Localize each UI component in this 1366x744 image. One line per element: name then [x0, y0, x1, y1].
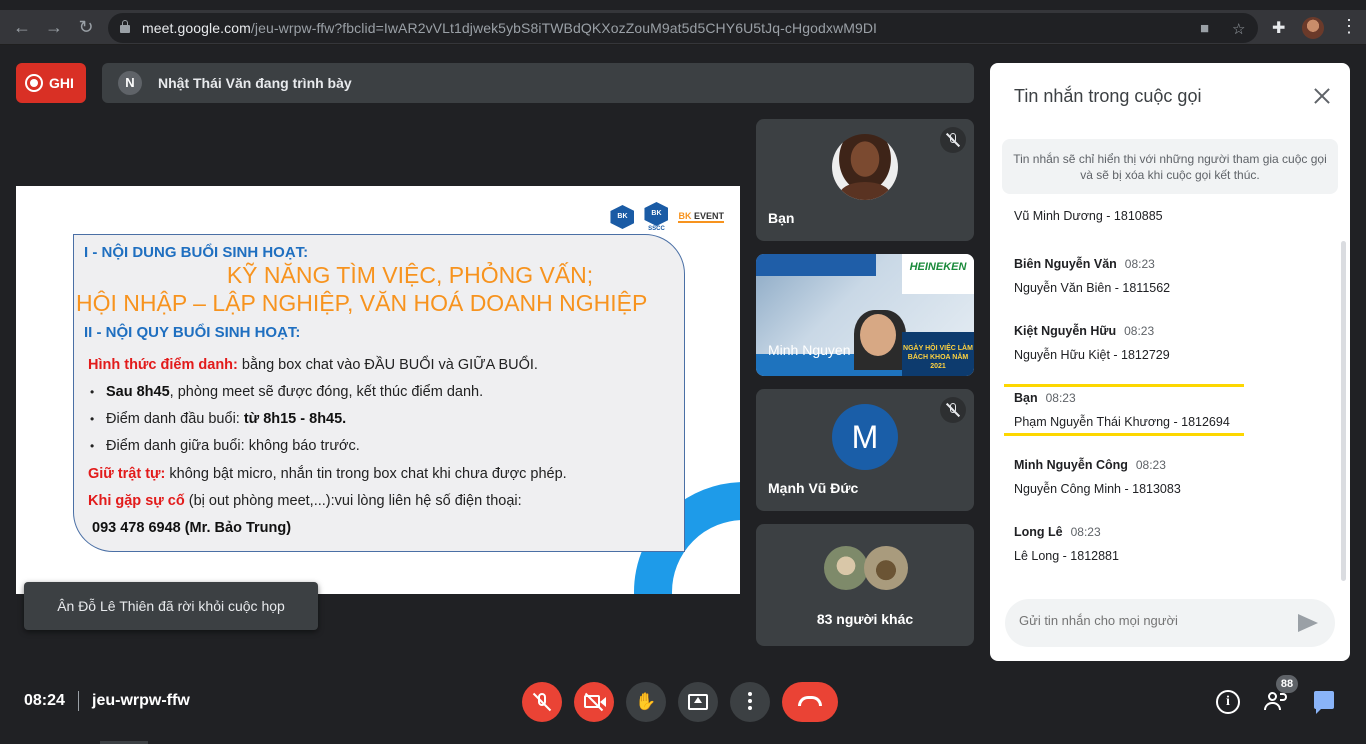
chat-scrollbar[interactable]	[1341, 241, 1346, 581]
muted-mic-icon	[940, 127, 966, 153]
chat-message: Kiệt Nguyễn Hữu 08:23 Nguyễn Hữu Kiệt - 1…	[1014, 324, 1170, 362]
chat-input-container[interactable]	[1005, 599, 1335, 647]
chat-message: Biên Nguyễn Văn 08:23 Nguyễn Văn Biên - 1…	[1014, 257, 1171, 295]
chat-notice: Tin nhắn sẽ chỉ hiển thị với những người…	[1002, 139, 1338, 194]
video-sponsor-logo: HEINEKEN	[902, 254, 974, 294]
present-icon	[688, 694, 708, 710]
presenter-status: Nhật Thái Văn đang trình bày	[158, 75, 352, 91]
slide-heading-2: II - NỘI QUY BUỔI SINH HOẠT:	[84, 324, 301, 341]
video-banner	[756, 254, 876, 276]
chat-message-input[interactable]	[1019, 613, 1289, 628]
self-message-highlight-top	[1004, 384, 1244, 387]
recording-button[interactable]: GHI	[16, 63, 86, 103]
slide-logos: BK BK SSCC BK EVENT	[610, 202, 724, 232]
hand-icon: ✋	[635, 692, 657, 711]
participant-name: Mạnh Vũ Đức	[768, 480, 859, 496]
slide-bullet-1: Sau 8h45, phòng meet sẽ được đóng, kết t…	[90, 384, 483, 400]
leave-notification-toast: Ân Đỗ Lê Thiên đã rời khỏi cuộc họp	[24, 582, 318, 630]
record-icon	[25, 74, 43, 92]
chat-message: Minh Nguyễn Công 08:23 Nguyễn Công Minh -…	[1014, 458, 1181, 496]
participant-tile-self[interactable]: Bạn	[756, 119, 974, 241]
slide-incident-rule: Khi gặp sự cố (bị out phòng meet,...):vu…	[88, 493, 522, 509]
call-end-icon	[798, 696, 822, 706]
close-icon[interactable]	[1308, 83, 1336, 111]
bk-logo: BK	[610, 205, 635, 229]
browser-menu-icon[interactable]: ⋮	[1340, 16, 1358, 37]
participant-tile-video[interactable]: HEINEKEN NGÀY HỘI VIỆC LÀM BÁCH KHOA NĂM…	[756, 254, 974, 376]
forward-icon[interactable]: →	[42, 15, 66, 39]
extensions-icon[interactable]: ✚	[1272, 18, 1285, 38]
chat-icon[interactable]	[1314, 691, 1334, 714]
video-face	[860, 314, 896, 356]
slide-bullet-2: Điểm danh đầu buổi: từ 8h15 - 8h45.	[90, 411, 346, 427]
presenter-avatar: N	[118, 71, 142, 95]
participant-name: Minh Nguyen	[768, 342, 851, 358]
slide-bullet-3: Điểm danh giữa buổi: không báo trước.	[90, 438, 360, 454]
sscc-logo: BK SSCC	[644, 202, 669, 232]
chat-message-list[interactable]: Vũ Minh Dương - 1810885 Biên Nguyễn Văn 0…	[990, 203, 1338, 603]
slide-order-rule: Giữ trật tự: không bật micro, nhắn tin t…	[88, 466, 567, 482]
bookmark-star-icon[interactable]: ☆	[1232, 20, 1245, 38]
url-text[interactable]: meet.google.com/jeu-wrpw-ffw?fbclid=IwAR…	[142, 20, 877, 36]
divider	[78, 691, 79, 711]
back-icon[interactable]: ←	[10, 15, 34, 39]
more-options-button[interactable]	[730, 682, 770, 722]
slide-attendance-rule: Hình thức điểm danh: bằng box chat vào Đ…	[88, 357, 538, 373]
meeting-code: jeu-wrpw-ffw	[92, 692, 190, 709]
raise-hand-button[interactable]: ✋	[626, 682, 666, 722]
recording-label: GHI	[49, 75, 74, 91]
participants-icon[interactable]	[1263, 690, 1289, 712]
chat-panel: Tin nhắn trong cuộc gọi Tin nhắn sẽ chỉ …	[990, 63, 1350, 661]
slide-title-line-1: KỸ NĂNG TÌM VIỆC, PHỎNG VẤN;	[226, 262, 594, 288]
chat-message: Vũ Minh Dương - 1810885	[1014, 209, 1163, 223]
self-message-highlight-bottom	[1004, 433, 1244, 436]
self-avatar	[832, 134, 898, 200]
slide-heading-1: I - NỘI DUNG BUỔI SINH HOẠT:	[84, 244, 309, 261]
leave-call-button[interactable]	[782, 682, 838, 722]
slide-title-line-2: HỘI NHẬP – LẬP NGHIỆP, VĂN HOÁ DOANH NGH…	[76, 290, 648, 316]
chat-message: Long Lê 08:23 Lê Long - 1812881	[1014, 525, 1119, 563]
profile-avatar[interactable]	[1302, 17, 1324, 39]
participant-avatar: M	[832, 404, 898, 470]
meeting-details-info-icon[interactable]: i	[1216, 690, 1240, 714]
bk-event-logo: BK EVENT	[678, 211, 724, 223]
address-bar[interactable]: meet.google.com/jeu-wrpw-ffw?fbclid=IwAR…	[108, 13, 1258, 43]
participant-tile-manh[interactable]: M Mạnh Vũ Đức	[756, 389, 974, 511]
camera-indicator-icon[interactable]: ■	[1200, 20, 1209, 37]
participant-name: Bạn	[768, 210, 795, 226]
presenter-bar: N Nhật Thái Văn đang trình bày	[102, 63, 974, 103]
presentation-slide: BK BK SSCC BK EVENT I - NỘI DUNG BUỔI SI…	[16, 186, 740, 594]
microphone-toggle-button[interactable]	[522, 682, 562, 722]
camera-toggle-button[interactable]	[574, 682, 614, 722]
slide-content-box: I - NỘI DUNG BUỔI SINH HOẠT: KỸ NĂNG TÌM…	[73, 234, 685, 552]
muted-mic-icon	[940, 397, 966, 423]
more-vert-icon	[748, 692, 752, 696]
browser-toolbar: ← → ↻ meet.google.com/jeu-wrpw-ffw?fbcli…	[0, 0, 1366, 45]
lock-icon	[120, 20, 130, 34]
video-poster: NGÀY HỘI VIỆC LÀM BÁCH KHOA NĂM 2021	[902, 332, 974, 376]
chat-panel-title: Tin nhắn trong cuộc gọi	[1014, 86, 1202, 106]
reload-icon[interactable]: ↻	[74, 15, 98, 39]
others-count: 83 người khác	[816, 611, 914, 627]
slide-phone: 093 478 6948 (Mr. Bảo Trung)	[92, 520, 292, 536]
others-avatar-1	[824, 546, 868, 590]
others-avatar-2	[864, 546, 908, 590]
tab-strip	[0, 0, 1366, 10]
present-now-button[interactable]	[678, 682, 718, 722]
participant-count-badge: 88	[1276, 675, 1298, 693]
participant-tile-others[interactable]: 83 người khác	[756, 524, 974, 646]
chat-message-self: Bạn 08:23 Phạm Nguyễn Thái Khương - 18126…	[1014, 391, 1230, 429]
meeting-time: 08:24	[24, 692, 65, 709]
send-icon[interactable]	[1298, 614, 1320, 632]
